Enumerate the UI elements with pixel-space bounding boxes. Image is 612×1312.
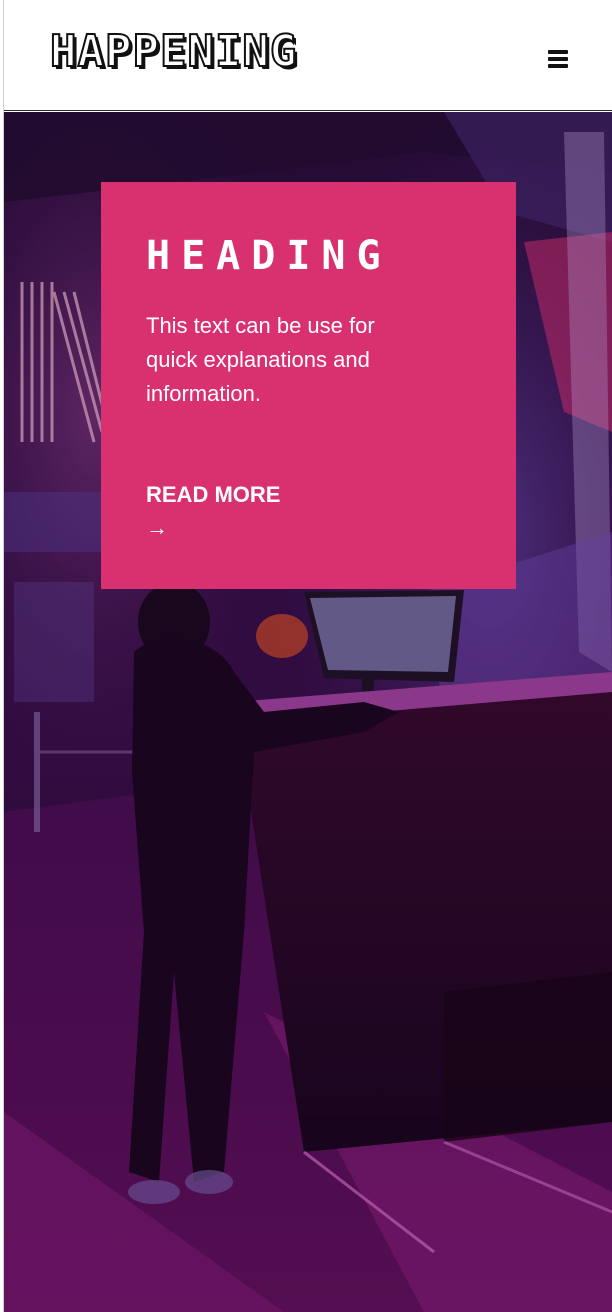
read-more-label: READ MORE — [146, 482, 281, 507]
promo-card: HEADING This text can be use for quick e… — [101, 182, 516, 589]
hero-section: HEADING This text can be use for quick e… — [4, 112, 612, 1312]
menu-bar — [548, 64, 568, 68]
page: HAPPENING HEADING This text can be use f… — [0, 0, 612, 1312]
arrow-right-icon: → — [146, 515, 168, 540]
menu-bar — [548, 57, 568, 61]
hamburger-menu-icon[interactable] — [548, 50, 568, 68]
read-more-link[interactable]: READ MORE → — [146, 479, 472, 544]
card-description: This text can be use for quick explanati… — [146, 313, 375, 406]
card-heading: HEADING — [146, 233, 392, 279]
menu-bar — [548, 50, 568, 54]
site-header: HAPPENING — [4, 0, 612, 111]
site-logo[interactable]: HAPPENING — [49, 24, 297, 80]
